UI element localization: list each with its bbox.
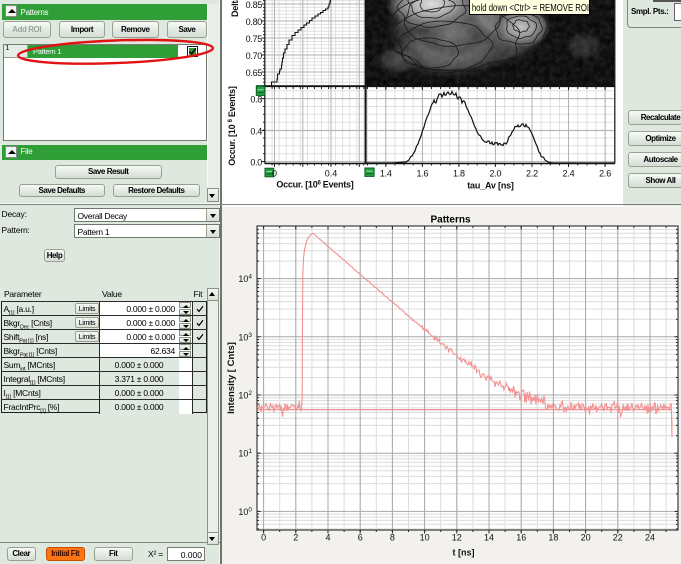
svg-text:0.4: 0.4	[250, 127, 262, 137]
svg-text:2.2: 2.2	[526, 169, 538, 179]
svg-text:8: 8	[390, 533, 395, 543]
svg-text:0.75: 0.75	[246, 34, 263, 44]
svg-text:6: 6	[358, 533, 363, 543]
svg-text:2.6: 2.6	[599, 169, 611, 179]
svg-text:0: 0	[261, 533, 266, 543]
svg-text:Intensity [ Cnts]: Intensity [ Cnts]	[226, 342, 237, 414]
svg-text:0: 0	[272, 169, 277, 179]
svg-text:16: 16	[516, 533, 526, 543]
svg-text:Occur. [10 6 Events]: Occur. [10 6 Events]	[227, 86, 237, 166]
svg-text:t [ns]: t [ns]	[453, 548, 475, 558]
svg-text:0.0: 0.0	[250, 158, 262, 168]
svg-text:0.85: 0.85	[246, 0, 263, 10]
svg-text:Patterns: Patterns	[430, 215, 470, 226]
svg-text:0.8: 0.8	[250, 95, 262, 105]
svg-text:24: 24	[645, 533, 655, 543]
svg-text:101: 101	[238, 448, 252, 459]
svg-text:2.0: 2.0	[489, 169, 501, 179]
svg-text:2: 2	[293, 533, 298, 543]
svg-text:1.8: 1.8	[453, 169, 465, 179]
svg-text:Occur. [106 Events]: Occur. [106 Events]	[276, 180, 353, 190]
svg-text:0.70: 0.70	[246, 51, 263, 61]
svg-text:14: 14	[484, 533, 494, 543]
svg-text:tau_Av [ns]: tau_Av [ns]	[467, 181, 514, 191]
svg-text:0.4: 0.4	[325, 169, 338, 179]
svg-text:12: 12	[452, 533, 462, 543]
svg-text:103: 103	[238, 332, 252, 343]
svg-text:100: 100	[238, 506, 252, 517]
svg-text:0.65: 0.65	[246, 68, 263, 78]
svg-text:4: 4	[325, 533, 330, 543]
svg-text:104: 104	[238, 274, 252, 285]
svg-text:102: 102	[238, 390, 252, 401]
svg-text:22: 22	[613, 533, 623, 543]
svg-text:1.6: 1.6	[416, 169, 428, 179]
svg-text:0.80: 0.80	[246, 17, 263, 27]
svg-text:20: 20	[581, 533, 591, 543]
svg-text:1.4: 1.4	[380, 169, 392, 179]
svg-text:10: 10	[420, 533, 430, 543]
svg-text:18: 18	[548, 533, 558, 543]
svg-text:2.4: 2.4	[563, 169, 575, 179]
svg-text:Delta_Av [ns]: Delta_Av [ns]	[230, 0, 240, 17]
